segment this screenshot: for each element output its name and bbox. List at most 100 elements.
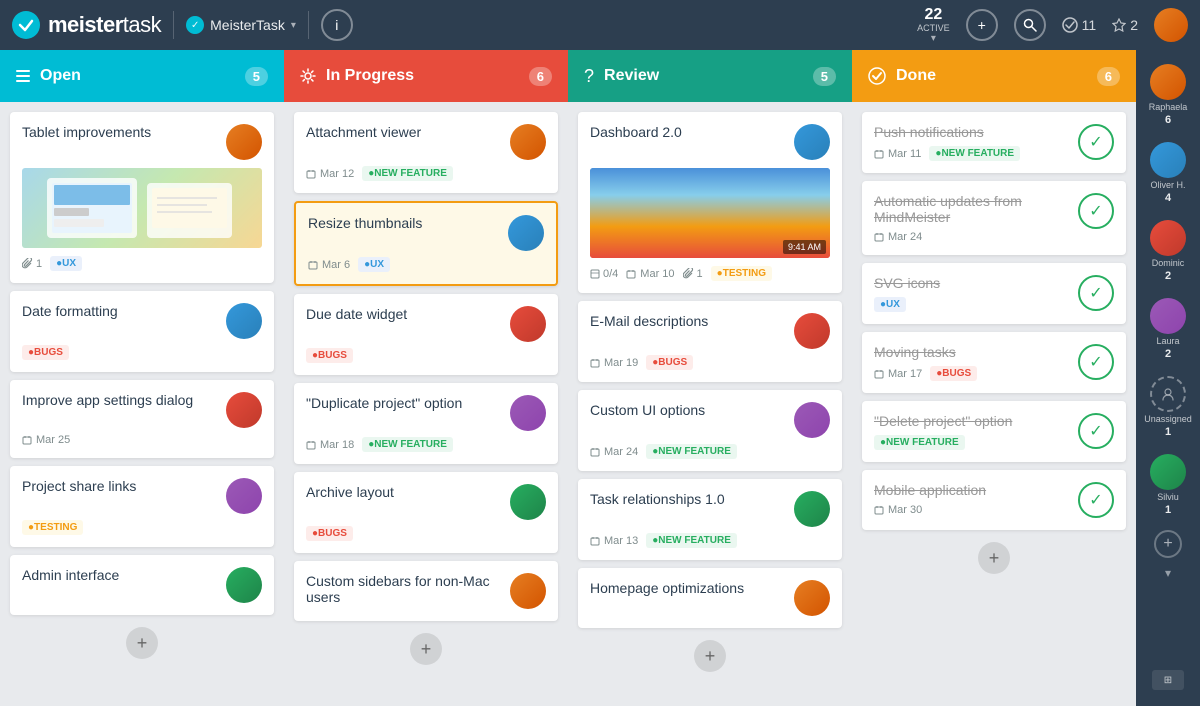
column-open: Open 5 Tablet improvements [0, 50, 284, 706]
card-title: "Duplicate project" option [306, 395, 502, 411]
sidebar-user-unassigned[interactable]: Unassigned 1 [1140, 370, 1196, 444]
card-mobile-application[interactable]: Mobile application Mar 30 ✓ [862, 470, 1126, 530]
search-button[interactable] [1014, 9, 1046, 41]
card-tag: ●UX [874, 297, 906, 312]
column-open-count: 5 [245, 67, 268, 86]
sidebar-count-unassigned: 1 [1165, 426, 1171, 438]
card-attachment-viewer[interactable]: Attachment viewer Mar 12 ●NEW FEATURE [294, 112, 558, 193]
project-selector[interactable]: ✓ MeisterTask ▾ [186, 16, 296, 34]
sidebar-avatar-laura [1150, 298, 1186, 334]
sidebar-username-silviu: Silviu [1157, 492, 1179, 502]
sidebar-bottom-icon[interactable]: ⊞ [1152, 670, 1184, 690]
add-done-card-button[interactable]: + [978, 542, 1010, 574]
card-title: Improve app settings dialog [22, 392, 218, 408]
add-inprogress-card-button[interactable]: + [410, 633, 442, 665]
card-avatar [510, 395, 546, 431]
card-dashboard[interactable]: Dashboard 2.0 9:41 AM 0/4 [578, 112, 842, 293]
done-check-icon: ✓ [1078, 413, 1114, 449]
sidebar-user-dominic[interactable]: Dominic 2 [1146, 214, 1190, 288]
card-title: Resize thumbnails [308, 215, 500, 231]
card-delete-project[interactable]: "Delete project" option ●NEW FEATURE ✓ [862, 401, 1126, 462]
card-attachment: 1 [22, 258, 42, 270]
card-tablet-improvements[interactable]: Tablet improvements [10, 112, 274, 283]
app-logo [12, 11, 40, 39]
card-title: Custom UI options [590, 402, 786, 418]
card-avatar [794, 402, 830, 438]
card-date: Mar 11 [874, 148, 921, 160]
card-admin-interface[interactable]: Admin interface [10, 555, 274, 615]
card-tag: ●TESTING [22, 520, 83, 535]
column-review: ? Review 5 Dashboard 2.0 9:41 AM [568, 50, 852, 706]
done-check-icon: ✓ [1078, 193, 1114, 229]
card-moving-tasks[interactable]: Moving tasks Mar 17 ●BUGS ✓ [862, 332, 1126, 393]
card-title: Task relationships 1.0 [590, 491, 786, 507]
add-button[interactable]: + [966, 9, 998, 41]
navbar-actions: 22 ACTIVE ▾ + 11 2 [917, 7, 1188, 44]
card-custom-ui[interactable]: Custom UI options Mar 24 ●NEW FEATURE [578, 390, 842, 471]
card-auto-updates[interactable]: Automatic updates from MindMeister Mar 2… [862, 181, 1126, 255]
stars-count[interactable]: 2 [1112, 17, 1138, 33]
sidebar-avatar-silviu [1150, 454, 1186, 490]
active-count: 22 ACTIVE ▾ [917, 7, 950, 44]
card-tag: ●UX [50, 256, 82, 271]
info-button[interactable]: i [321, 9, 353, 41]
column-done-header: Done 6 [852, 50, 1136, 102]
card-date: Mar 25 [22, 434, 70, 446]
sidebar-user-oliver[interactable]: Oliver H. 4 [1146, 136, 1190, 210]
card-date-formatting[interactable]: Date formatting ●BUGS [10, 291, 274, 372]
sidebar-username-laura: Laura [1156, 336, 1179, 346]
sidebar-collapse-icon[interactable]: ▾ [1165, 566, 1171, 580]
sidebar-user-silviu[interactable]: Silviu 1 [1146, 448, 1190, 522]
card-resize-thumbnails[interactable]: Resize thumbnails Mar 6 ●UX [294, 201, 558, 286]
card-project-share[interactable]: Project share links ●TESTING [10, 466, 274, 547]
card-title: Tablet improvements [22, 124, 218, 140]
sidebar-avatar-oliver [1150, 142, 1186, 178]
add-review-card-button[interactable]: + [694, 640, 726, 672]
navbar: meistertask ✓ MeisterTask ▾ i 22 ACTIVE … [0, 0, 1200, 50]
sidebar-user-laura[interactable]: Laura 2 [1146, 292, 1190, 366]
sidebar-avatar-raphaela [1150, 64, 1186, 100]
sidebar-bottom-icons: ⊞ [1152, 670, 1184, 698]
column-inprogress-count: 6 [529, 67, 552, 86]
card-date: Mar 13 [590, 535, 638, 547]
card-tag: ●NEW FEATURE [362, 437, 453, 452]
check-circle-icon [868, 67, 886, 85]
card-tag: ●BUGS [646, 355, 693, 370]
card-date: Mar 10 [626, 268, 674, 280]
card-tag: ●NEW FEATURE [929, 146, 1020, 161]
card-due-date-widget[interactable]: Due date widget ●BUGS [294, 294, 558, 375]
card-title: Project share links [22, 478, 218, 494]
card-task-relationships[interactable]: Task relationships 1.0 Mar 13 ●NEW FEATU… [578, 479, 842, 560]
active-chevron-icon: ▾ [931, 33, 936, 44]
card-archive-layout[interactable]: Archive layout ●BUGS [294, 472, 558, 553]
card-avatar [510, 573, 546, 609]
card-date: Mar 24 [874, 231, 922, 243]
card-duplicate-project[interactable]: "Duplicate project" option Mar 18 ●NEW F… [294, 383, 558, 464]
add-open-card-button[interactable]: + [126, 627, 158, 659]
card-app-settings[interactable]: Improve app settings dialog Mar 25 [10, 380, 274, 458]
project-chevron-icon: ▾ [291, 20, 296, 31]
card-custom-sidebars[interactable]: Custom sidebars for non-Mac users [294, 561, 558, 621]
card-avatar [226, 478, 262, 514]
card-avatar [510, 484, 546, 520]
right-sidebar: Raphaela 6 Oliver H. 4 Dominic 2 Laura 2… [1136, 50, 1200, 706]
card-tag: ●UX [358, 257, 390, 272]
user-avatar[interactable] [1154, 8, 1188, 42]
card-avatar [226, 567, 262, 603]
card-avatar [226, 392, 262, 428]
column-review-body: Dashboard 2.0 9:41 AM 0/4 [568, 102, 852, 706]
card-push-notifications[interactable]: Push notifications Mar 11 ●NEW FEATURE ✓ [862, 112, 1126, 173]
card-homepage-optimizations[interactable]: Homepage optimizations [578, 568, 842, 628]
card-email-descriptions[interactable]: E-Mail descriptions Mar 19 ●BUGS [578, 301, 842, 382]
column-review-count: 5 [813, 67, 836, 86]
column-open-header: Open 5 [0, 50, 284, 102]
card-svg-icons[interactable]: SVG icons ●UX ✓ [862, 263, 1126, 324]
sidebar-add-user-button[interactable]: + [1154, 530, 1182, 558]
project-check-icon: ✓ [186, 16, 204, 34]
card-avatar [226, 303, 262, 339]
card-avatar [794, 313, 830, 349]
tasks-count[interactable]: 11 [1062, 17, 1097, 33]
sidebar-user-raphaela[interactable]: Raphaela 6 [1145, 58, 1192, 132]
card-date: Mar 18 [306, 439, 354, 451]
column-inprogress-header: In Progress 6 [284, 50, 568, 102]
